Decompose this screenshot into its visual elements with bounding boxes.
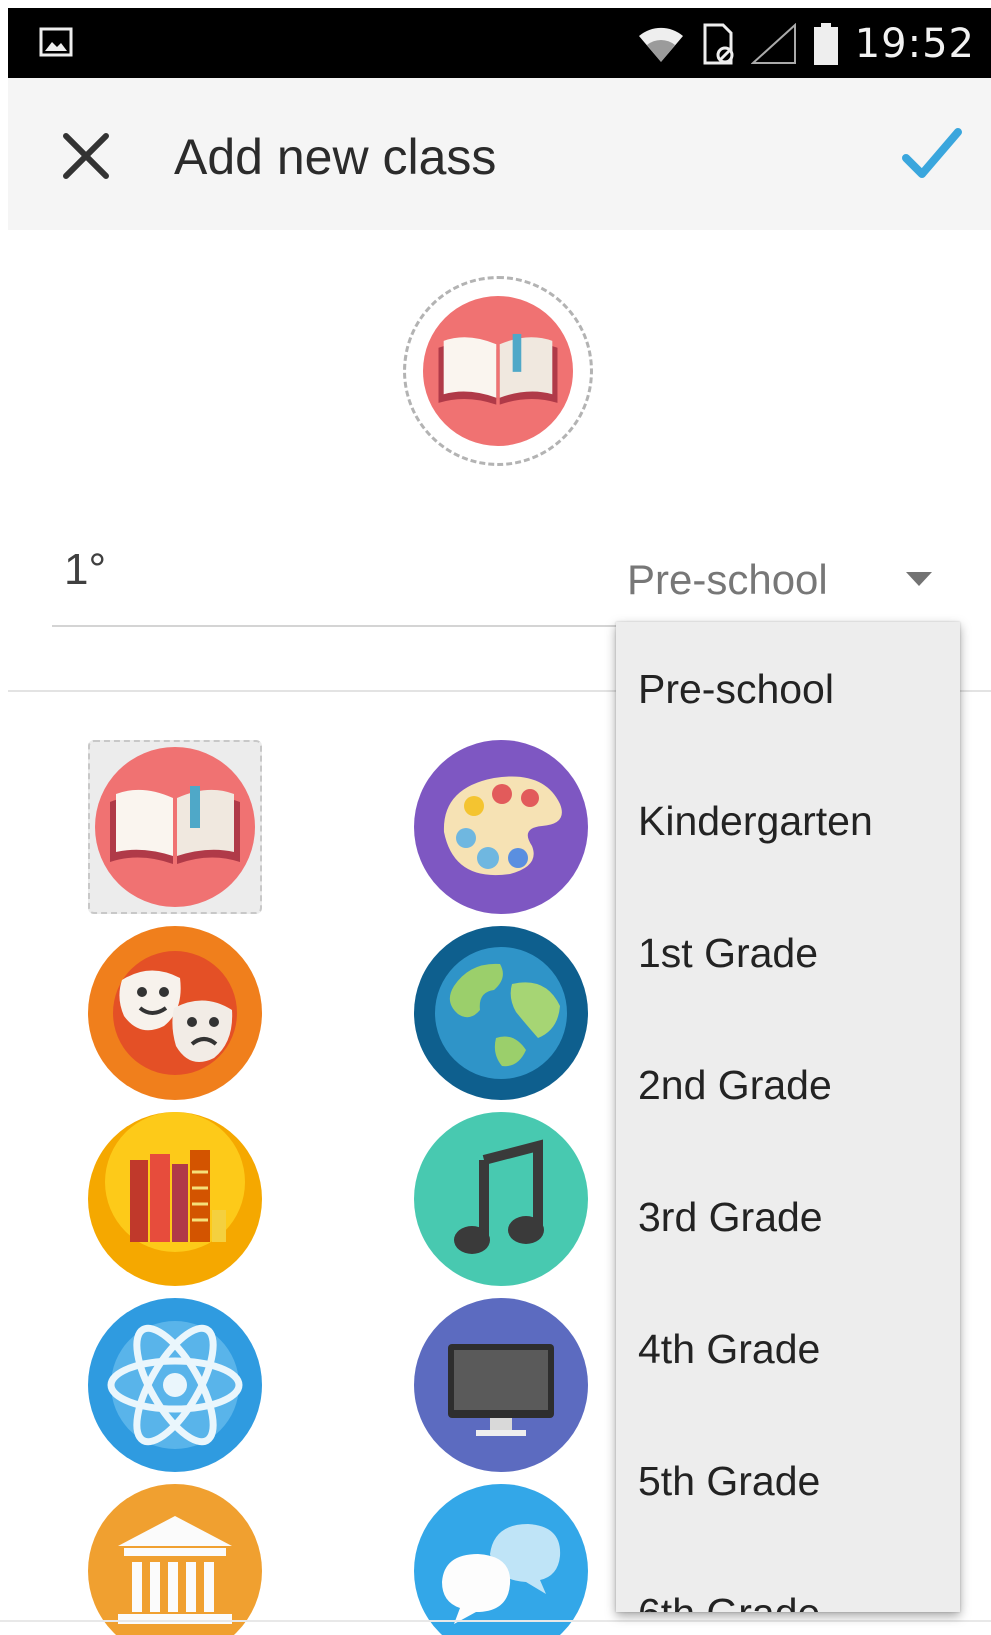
palette-icon[interactable] xyxy=(414,740,588,914)
music-note-icon[interactable] xyxy=(414,1112,588,1286)
app-toolbar: Add new class xyxy=(8,78,991,230)
grade-select[interactable]: Pre-school xyxy=(627,556,828,604)
theater-masks-icon[interactable] xyxy=(88,926,262,1100)
section-divider xyxy=(960,690,991,692)
computer-monitor-icon[interactable] xyxy=(414,1298,588,1472)
book-icon xyxy=(423,296,573,446)
dropdown-option[interactable]: Kindergarten xyxy=(638,798,873,845)
status-bar: 19:52 xyxy=(8,8,991,78)
wifi-icon xyxy=(638,27,683,62)
checkmark-icon[interactable] xyxy=(902,126,962,182)
page-title: Add new class xyxy=(174,129,497,185)
status-icons: 19:52 xyxy=(637,16,975,72)
dropdown-option[interactable]: 5th Grade xyxy=(638,1458,820,1505)
signal-icon xyxy=(750,23,796,64)
chat-bubbles-icon[interactable] xyxy=(414,1484,588,1635)
battery-icon xyxy=(813,23,838,65)
app-screen: 19:52 Add new class 1° Pre-school Pre-sc… xyxy=(0,0,991,1635)
library-books-icon[interactable] xyxy=(88,1112,262,1286)
status-time: 19:52 xyxy=(854,21,975,67)
section-divider xyxy=(8,690,620,692)
chevron-down-icon[interactable] xyxy=(906,572,932,586)
dropdown-option[interactable]: 3rd Grade xyxy=(638,1194,823,1241)
dropdown-option[interactable]: 4th Grade xyxy=(638,1326,820,1373)
globe-icon[interactable] xyxy=(414,926,588,1100)
sim-card-icon xyxy=(703,23,734,65)
dropdown-option[interactable]: Pre-school xyxy=(638,666,834,713)
name-underline xyxy=(52,625,627,627)
bank-building-icon[interactable] xyxy=(88,1484,262,1635)
grade-dropdown-menu: Pre-school Kindergarten 1st Grade 2nd Gr… xyxy=(616,622,960,1612)
dropdown-option[interactable]: 6th Grade xyxy=(638,1590,820,1612)
atom-icon[interactable] xyxy=(88,1298,262,1472)
bottom-divider xyxy=(0,1620,991,1622)
class-name-input[interactable]: 1° xyxy=(64,545,106,595)
close-icon[interactable] xyxy=(60,130,112,182)
dropdown-option[interactable]: 2nd Grade xyxy=(638,1062,832,1109)
image-notification-icon xyxy=(39,27,73,57)
dropdown-option[interactable]: 1st Grade xyxy=(638,930,818,977)
book-icon[interactable] xyxy=(88,740,262,914)
